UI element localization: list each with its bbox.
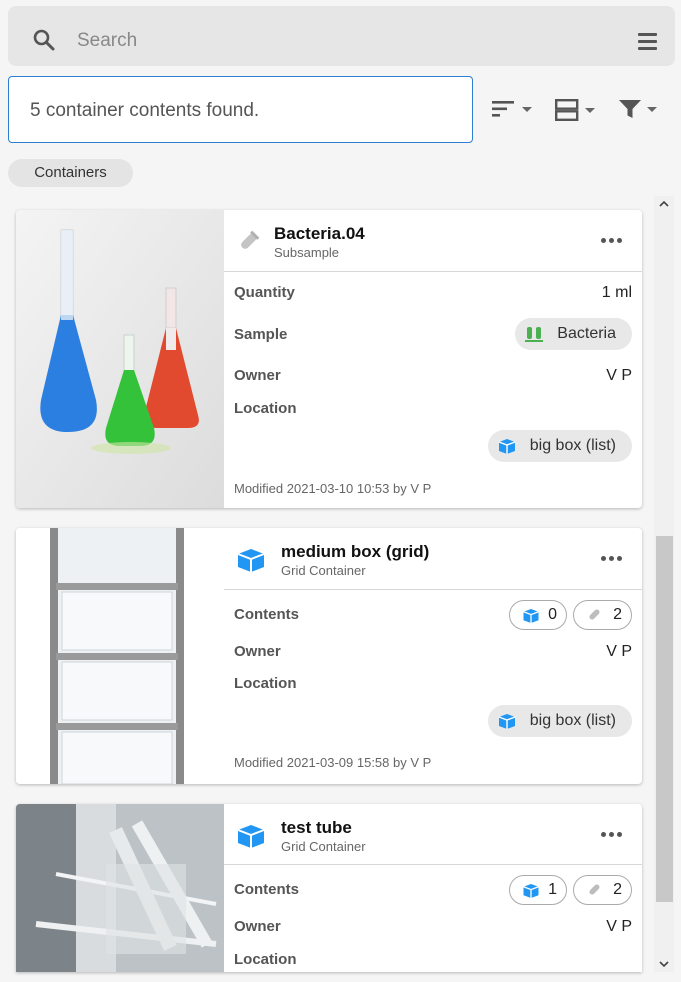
scrollbar[interactable] xyxy=(654,196,674,972)
modified-text: Modified 2021-03-09 15:58 by V P xyxy=(234,755,432,770)
subsamples-count-badge[interactable]: 2 xyxy=(573,600,632,630)
chevron-down-icon xyxy=(647,106,657,112)
subsample-tube-icon xyxy=(236,230,260,259)
field-label: Quantity xyxy=(234,284,295,301)
owner-row: Owner V P xyxy=(234,641,632,663)
more-options-icon[interactable] xyxy=(601,556,622,561)
field-label: Owner xyxy=(234,918,281,935)
field-label: Owner xyxy=(234,367,281,384)
subsample-tube-icon xyxy=(589,884,600,895)
card-title[interactable]: Bacteria.04 xyxy=(274,224,365,244)
search-bar[interactable]: Search xyxy=(8,6,675,66)
subsamples-count: 2 xyxy=(613,606,622,623)
field-label: Contents xyxy=(234,881,299,898)
location-chip-label: big box (list) xyxy=(529,712,616,729)
owner-row: Owner V P xyxy=(234,916,632,938)
containers-count-badge[interactable]: 1 xyxy=(509,875,567,905)
location-chip[interactable]: big box (list) xyxy=(487,430,632,462)
container-box-icon xyxy=(236,824,266,853)
field-label: Location xyxy=(234,400,297,417)
layout-button[interactable] xyxy=(555,99,595,121)
sample-chip[interactable]: Bacteria xyxy=(515,318,632,350)
card-image-flasks xyxy=(16,210,224,508)
layout-icon xyxy=(555,99,579,121)
field-label: Owner xyxy=(234,643,281,660)
field-label: Location xyxy=(234,675,297,692)
location-chip[interactable]: big box (list) xyxy=(487,705,632,737)
subsamples-count-badge[interactable]: 2 xyxy=(573,875,632,905)
container-box-icon xyxy=(498,439,515,454)
field-label: Sample xyxy=(234,326,288,343)
owner-value: V P xyxy=(606,643,632,660)
sample-chip-label: Bacteria xyxy=(557,325,616,342)
result-card[interactable]: medium box (grid) Grid Container Content… xyxy=(16,528,642,784)
container-box-icon xyxy=(523,608,539,623)
container-box-icon xyxy=(236,548,266,577)
sort-button[interactable] xyxy=(492,99,532,119)
modified-text: Modified 2021-03-10 10:53 by V P xyxy=(234,481,432,496)
card-type: Grid Container xyxy=(281,563,366,578)
menu-icon[interactable] xyxy=(638,33,657,54)
field-label: Location xyxy=(234,951,297,968)
scroll-up-arrow-icon[interactable] xyxy=(658,198,670,210)
location-row: Location xyxy=(234,398,632,420)
location-row: Location xyxy=(234,673,632,695)
filter-icon xyxy=(619,100,641,118)
containers-count-badge[interactable]: 0 xyxy=(509,600,567,630)
owner-value: V P xyxy=(606,918,632,935)
results-count-box: 5 container contents found. xyxy=(8,76,473,143)
chevron-down-icon xyxy=(522,106,532,112)
field-label: Contents xyxy=(234,606,299,623)
card-title[interactable]: test tube xyxy=(281,818,352,838)
sample-icon xyxy=(525,327,544,342)
more-options-icon[interactable] xyxy=(601,238,622,243)
quantity-row: Quantity 1 ml xyxy=(234,282,632,304)
card-title[interactable]: medium box (grid) xyxy=(281,542,429,562)
scrollbar-thumb[interactable] xyxy=(656,536,673,902)
search-icon[interactable] xyxy=(32,28,56,57)
scroll-down-arrow-icon[interactable] xyxy=(658,958,670,970)
containers-count: 1 xyxy=(548,881,557,898)
owner-value: V P xyxy=(606,367,632,384)
search-input[interactable]: Search xyxy=(77,30,137,52)
subsample-tube-icon xyxy=(589,609,600,620)
container-box-icon xyxy=(498,714,515,729)
container-box-icon xyxy=(523,883,539,898)
sort-icon xyxy=(492,101,514,117)
card-type: Grid Container xyxy=(281,839,366,854)
card-image-drawers xyxy=(16,528,224,784)
subsamples-count: 2 xyxy=(613,881,622,898)
quantity-value: 1 ml xyxy=(601,284,632,301)
card-image-glassware xyxy=(16,804,224,972)
location-chip-label: big box (list) xyxy=(529,437,616,454)
result-card[interactable]: Bacteria.04 Subsample Quantity 1 ml Samp… xyxy=(16,210,642,508)
location-row: Location xyxy=(234,949,632,971)
owner-row: Owner V P xyxy=(234,365,632,387)
card-type: Subsample xyxy=(274,245,340,260)
containers-count: 0 xyxy=(548,606,557,623)
result-card[interactable]: test tube Grid Container Contents 1 2 Ow… xyxy=(16,804,642,972)
breadcrumb[interactable]: Containers xyxy=(8,159,133,187)
results-count-text: 5 container contents found. xyxy=(30,100,260,121)
more-options-icon[interactable] xyxy=(601,832,622,837)
chevron-down-icon xyxy=(585,107,595,113)
filter-button[interactable] xyxy=(619,99,657,119)
